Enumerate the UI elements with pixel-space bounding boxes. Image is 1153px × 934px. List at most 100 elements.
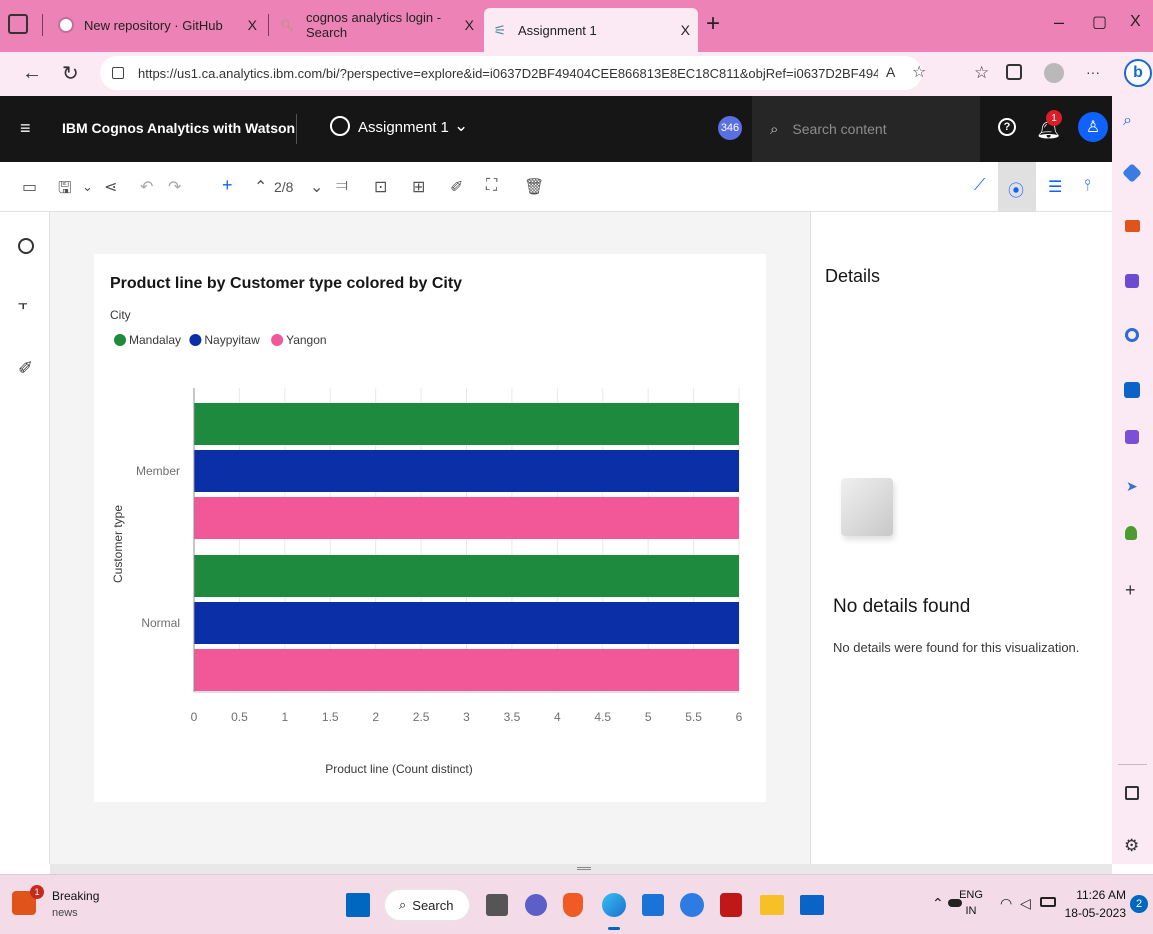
insights-icon[interactable]: ⊡ <box>374 177 387 197</box>
close-window-button[interactable]: X <box>1130 13 1141 31</box>
shopping-icon[interactable] <box>1122 163 1142 183</box>
send-icon[interactable]: ➤ <box>1126 478 1138 495</box>
chart-properties-icon[interactable]: ⦿ <box>1008 177 1024 201</box>
designer-icon[interactable] <box>1125 430 1139 444</box>
windows-start-icon[interactable] <box>346 893 370 917</box>
tools-icon[interactable] <box>1125 220 1140 232</box>
x-tick-label: 5.5 <box>685 710 702 724</box>
search-icon[interactable]: ⌕ <box>1123 112 1132 130</box>
app-title: IBM Cognos Analytics with Watson <box>62 120 296 136</box>
microsoft-365-icon[interactable] <box>1125 328 1139 342</box>
wifi-icon[interactable]: ◠ <box>1000 895 1012 912</box>
drag-handle-icon[interactable] <box>577 867 591 870</box>
left-rail: ⫟ ✐ <box>0 212 50 864</box>
news-title[interactable]: Breaking <box>52 889 99 903</box>
hamburger-menu-icon[interactable]: ≡ <box>20 118 31 139</box>
settings-gear-icon[interactable]: ⚙ <box>1124 836 1139 856</box>
close-tab-icon[interactable]: X <box>681 22 690 38</box>
empty-box-icon <box>835 468 901 544</box>
exploration-icon[interactable] <box>14 234 38 258</box>
tab-actions-icon[interactable] <box>8 14 28 34</box>
outlook-icon[interactable] <box>1124 382 1140 398</box>
save-icon[interactable]: 🖫︎ <box>58 177 72 204</box>
url-field[interactable]: https://us1.ca.analytics.ibm.com/bi/?per… <box>100 56 926 90</box>
pin-icon[interactable]: ✐ <box>450 177 463 197</box>
user-avatar-icon[interactable]: ♙ <box>1078 112 1108 142</box>
pin-icon[interactable]: ✐ <box>18 358 33 379</box>
tab-github[interactable]: New repository · GitHub X <box>50 5 265 45</box>
assistant-badge[interactable]: 346 <box>718 116 742 140</box>
read-aloud-icon[interactable]: A <box>886 64 895 80</box>
filter-settings-icon[interactable]: ⫯ <box>1084 177 1091 195</box>
refresh-icon[interactable]: ↻ <box>62 61 79 86</box>
relationship-icon[interactable]: ⫟ <box>18 296 28 314</box>
panel-resize-strip[interactable] <box>50 864 1112 874</box>
collections-icon[interactable] <box>1006 64 1022 80</box>
mcafee-icon[interactable] <box>720 893 742 917</box>
help-icon[interactable]: ? <box>998 118 1016 136</box>
delete-icon[interactable]: 🗑︎ <box>524 177 544 197</box>
header-divider <box>296 114 297 144</box>
favorite-star-icon[interactable]: ☆ <box>912 62 926 82</box>
redo-icon[interactable]: ↷ <box>168 177 181 197</box>
report-name[interactable]: Assignment 1 <box>358 119 449 136</box>
bing-chat-icon[interactable]: b <box>1124 59 1152 87</box>
tab-assignment-1[interactable]: ⚟ Assignment 1 X <box>484 8 698 52</box>
x-tick-label: 4.5 <box>594 710 611 724</box>
close-tab-icon[interactable]: X <box>465 17 474 33</box>
task-view-icon[interactable] <box>486 894 508 916</box>
undo-icon[interactable]: ↶ <box>140 177 153 197</box>
fields-icon[interactable]: ☰ <box>1048 177 1062 197</box>
add-card-icon[interactable]: + <box>222 175 233 196</box>
brave-icon[interactable] <box>563 893 583 917</box>
align-icon[interactable]: ⫤ <box>336 177 348 195</box>
edge-icon[interactable] <box>602 893 626 917</box>
new-tab-button[interactable]: + <box>706 10 720 38</box>
bar <box>194 555 739 597</box>
search-content-field[interactable]: ⌕ Search content <box>752 96 980 162</box>
volume-icon[interactable]: ◁ <box>1020 895 1031 912</box>
bar <box>194 403 739 445</box>
exploration-icon <box>325 111 355 141</box>
clock-time[interactable]: 11:26 AM <box>1060 888 1126 902</box>
line-chart-icon[interactable]: ⟋ <box>974 177 985 195</box>
add-icon[interactable]: + <box>1125 580 1136 601</box>
cognos-icon: ⚟ <box>493 21 507 38</box>
hide-sidebar-icon[interactable] <box>1125 786 1139 800</box>
games-icon[interactable] <box>1125 274 1139 288</box>
language-top[interactable]: ENG <box>958 889 984 901</box>
legend-label: Naypyitaw <box>204 333 260 347</box>
teams-icon[interactable] <box>525 894 547 916</box>
taskbar-search[interactable]: ⌕ Search <box>384 889 470 921</box>
back-icon[interactable]: ← <box>22 62 42 85</box>
minimize-button[interactable]: – <box>1054 12 1064 33</box>
chevron-up-icon[interactable]: ⌃ <box>254 177 267 197</box>
tree-icon[interactable] <box>1125 526 1137 540</box>
tab-label: cognos analytics login - Search <box>305 10 442 40</box>
fit-icon[interactable]: ⛶ <box>486 177 497 195</box>
x-tick-labels: 0 0.5 1 1.5 2 2.5 3 3.5 4 4.5 5 5.5 6 <box>191 710 743 724</box>
legend: Mandalay Naypyitaw Yangon <box>114 333 327 347</box>
comment-icon[interactable]: ▭ <box>22 177 37 197</box>
chevron-down-icon[interactable]: ⌄ <box>310 177 323 197</box>
close-tab-icon[interactable]: X <box>248 17 257 33</box>
chevron-down-icon[interactable]: ⌄ <box>82 179 93 195</box>
notification-center-badge[interactable]: 2 <box>1130 895 1148 913</box>
github-icon <box>58 17 74 33</box>
file-explorer-icon[interactable] <box>760 895 784 915</box>
share-icon[interactable]: ⋖ <box>104 177 117 197</box>
bar <box>194 602 739 644</box>
mail-icon[interactable] <box>800 895 824 915</box>
store-icon[interactable] <box>642 894 664 916</box>
tab-bing-search[interactable]: 🔍︎ cognos analytics login - Search X <box>272 5 482 45</box>
visualization-card[interactable]: Product line by Customer type colored by… <box>94 254 766 802</box>
empty-title: No details found <box>833 596 971 617</box>
search-icon: ⌕ <box>399 897 407 912</box>
chevron-down-icon[interactable]: ⌄ <box>454 116 468 136</box>
favorites-icon[interactable]: ☆ <box>974 63 989 83</box>
more-menu-button[interactable]: ··· <box>1060 64 1100 80</box>
restore-button[interactable]: ▢ <box>1092 12 1107 32</box>
data-icon[interactable]: ⊞ <box>412 177 425 197</box>
help-app-icon[interactable] <box>680 893 704 917</box>
chevron-up-icon[interactable]: ⌃ <box>932 895 944 912</box>
